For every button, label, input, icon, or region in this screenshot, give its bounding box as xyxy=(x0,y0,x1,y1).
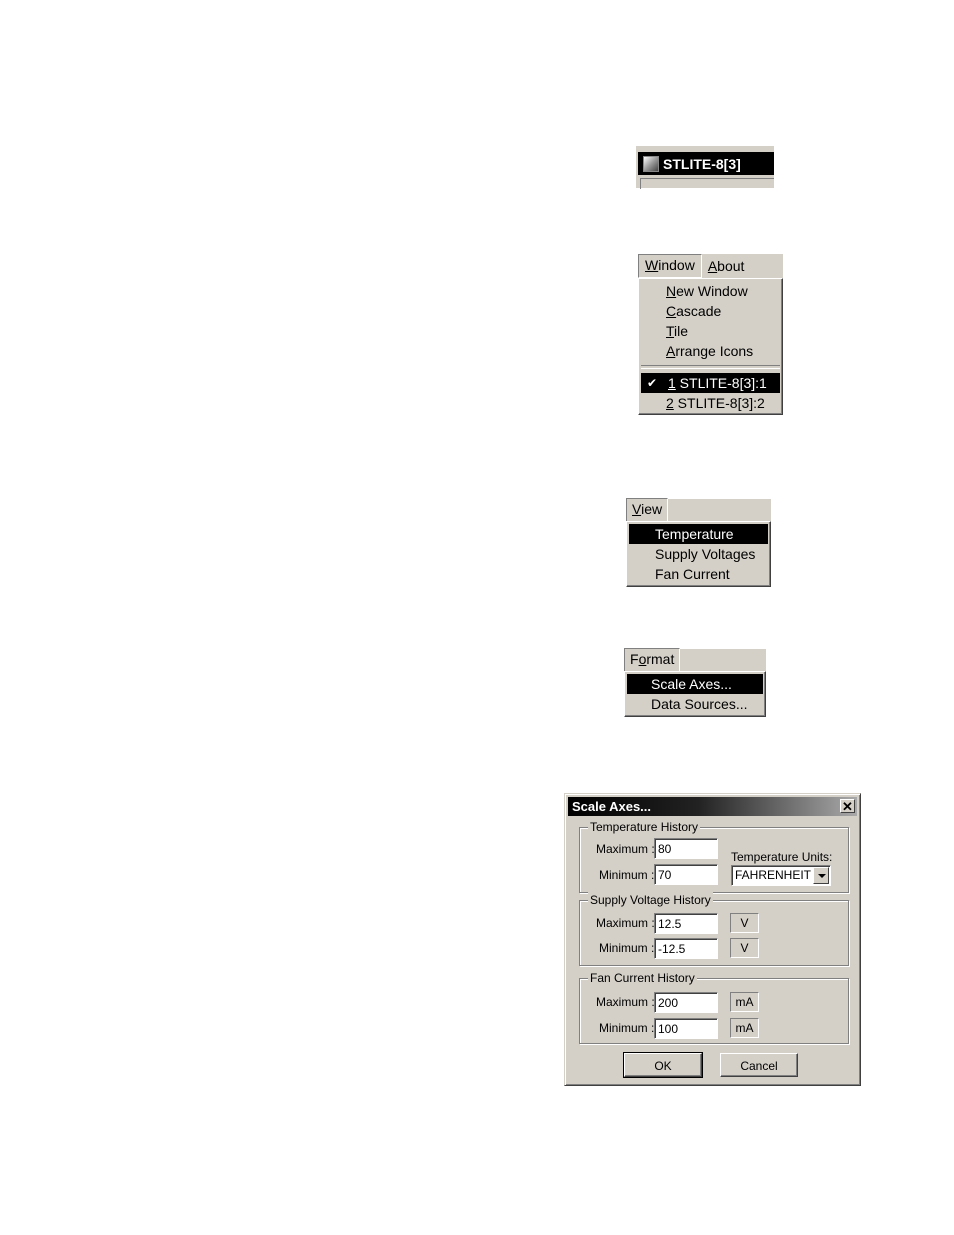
menu-format[interactable]: Format xyxy=(624,648,681,672)
menu-item-tile[interactable]: Tile xyxy=(639,321,782,341)
volt-min-label: Minimum : xyxy=(599,941,655,955)
window-menu-screenshot: Window About New Window Cascade Tile Arr… xyxy=(638,254,783,415)
fan-max-label: Maximum : xyxy=(596,995,655,1009)
format-menu-screenshot: Format Scale Axes... Data Sources... xyxy=(624,648,766,717)
menu-item-arrange-icons[interactable]: Arrange Icons xyxy=(639,341,782,361)
temp-min-label: Minimum : xyxy=(599,868,655,882)
check-icon: ✔ xyxy=(647,376,658,390)
menu-separator xyxy=(641,365,780,369)
temp-units-select[interactable]: FAHRENHEIT xyxy=(731,865,831,886)
volt-max-input[interactable] xyxy=(654,913,718,934)
fan-max-unit: mA xyxy=(730,992,759,1012)
temp-max-input[interactable] xyxy=(654,838,718,859)
menu-item-window-1[interactable]: ✔ 1 STLITE-8[3]:1 xyxy=(641,373,780,393)
view-dropdown: Temperature Supply Voltages Fan Current xyxy=(626,521,771,587)
menu-item-fan-current[interactable]: Fan Current xyxy=(627,564,770,584)
supply-voltage-history-group: Supply Voltage History Maximum : V Minim… xyxy=(579,892,849,966)
window-dropdown: New Window Cascade Tile Arrange Icons ✔ 1… xyxy=(638,278,783,415)
temp-units-label: Temperature Units: xyxy=(731,850,833,864)
view-menu-screenshot: View Temperature Supply Voltages Fan Cur… xyxy=(626,498,771,587)
scale-axes-dialog: Scale Axes... ✕ Temperature History Maxi… xyxy=(564,793,861,1086)
temp-units-value: FAHRENHEIT xyxy=(735,868,812,882)
menu-about[interactable]: About xyxy=(702,255,751,277)
menu-item-cascade[interactable]: Cascade xyxy=(639,301,782,321)
menu-bar: Format xyxy=(624,648,766,672)
ok-button[interactable]: OK xyxy=(623,1052,703,1078)
menu-bar: Window About xyxy=(638,254,783,278)
volt-max-label: Maximum : xyxy=(596,916,655,930)
temp-max-label: Maximum : xyxy=(596,842,655,856)
close-icon[interactable]: ✕ xyxy=(840,799,855,813)
menu-item-temperature[interactable]: Temperature xyxy=(629,524,768,544)
title-bar[interactable]: STLITE-8[3] xyxy=(638,152,774,175)
volt-min-unit: V xyxy=(730,938,759,958)
fan-max-input[interactable] xyxy=(654,992,718,1013)
fan-min-input[interactable] xyxy=(654,1018,718,1039)
app-icon xyxy=(643,155,659,172)
temp-min-input[interactable] xyxy=(654,864,718,885)
fan-min-unit: mA xyxy=(730,1018,759,1038)
group-legend: Temperature History xyxy=(588,819,701,835)
menu-item-scale-axes[interactable]: Scale Axes... xyxy=(627,674,763,694)
volt-max-unit: V xyxy=(730,913,759,933)
cancel-button[interactable]: Cancel xyxy=(720,1053,798,1077)
window-frame xyxy=(640,178,774,189)
volt-min-input[interactable] xyxy=(654,938,718,959)
menu-item-data-sources[interactable]: Data Sources... xyxy=(625,694,765,714)
group-legend: Fan Current History xyxy=(588,970,697,986)
menu-bar: View xyxy=(626,498,771,522)
fan-current-history-group: Fan Current History Maximum : mA Minimum… xyxy=(579,970,849,1044)
menu-item-new-window[interactable]: New Window xyxy=(639,281,782,301)
group-legend: Supply Voltage History xyxy=(588,892,713,908)
window-title: STLITE-8[3] xyxy=(663,155,741,172)
chevron-down-icon[interactable] xyxy=(813,867,829,884)
fan-min-label: Minimum : xyxy=(599,1021,655,1035)
menu-item-supply-voltages[interactable]: Supply Voltages xyxy=(627,544,770,564)
menu-view[interactable]: View xyxy=(626,498,669,522)
temperature-history-group: Temperature History Maximum : Minimum : … xyxy=(579,819,849,893)
menu-item-window-2[interactable]: 2 STLITE-8[3]:2 xyxy=(639,393,782,413)
dialog-title-bar[interactable]: Scale Axes... ✕ xyxy=(568,797,857,816)
format-dropdown: Scale Axes... Data Sources... xyxy=(624,671,766,717)
window-title-fragment: STLITE-8[3] xyxy=(636,146,774,189)
menu-window[interactable]: Window xyxy=(638,254,702,278)
dialog-title: Scale Axes... xyxy=(572,799,652,814)
